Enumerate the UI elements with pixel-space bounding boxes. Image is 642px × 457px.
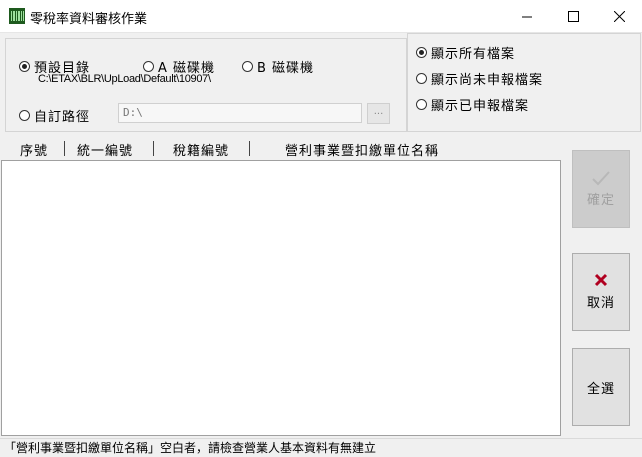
maximize-button[interactable] xyxy=(550,0,596,32)
radio-dot[interactable] xyxy=(242,61,253,72)
file-list[interactable] xyxy=(1,160,561,436)
radio-drive-b-label: B 磁碟機 xyxy=(257,61,315,76)
column-header-seq[interactable]: 序號 xyxy=(20,140,48,159)
window-title: 零稅率資料審核作業 xyxy=(30,12,148,27)
radio-dot-checked[interactable] xyxy=(416,47,427,58)
list-header: 序號 統一編號 稅籍編號 營利事業暨扣繳單位名稱 xyxy=(1,136,561,161)
default-path-text: C:\ETAX\BLR\UpLoad\Default\10907\ xyxy=(38,73,211,85)
custom-path-input[interactable]: D:\ xyxy=(118,103,362,123)
radio-show-reported[interactable]: 顯示已申報檔案 xyxy=(416,95,529,114)
status-bar: 「營利事業暨扣繳單位名稱」空白者，請檢查營業人基本資料有無建立 xyxy=(0,438,642,457)
radio-custom-path-label: 自訂路徑 xyxy=(34,110,91,125)
radio-show-all[interactable]: 顯示所有檔案 xyxy=(416,43,515,62)
radio-show-all-label: 顯示所有檔案 xyxy=(431,47,516,62)
column-header-tax-reg-no[interactable]: 稅籍編號 xyxy=(173,140,229,159)
radio-show-reported-label: 顯示已申報檔案 xyxy=(431,99,530,114)
confirm-button-label: 確定 xyxy=(586,193,615,208)
browse-button[interactable]: ... xyxy=(367,103,390,124)
radio-dot-checked[interactable] xyxy=(19,61,30,72)
radio-custom-path[interactable]: 自訂路徑 xyxy=(19,106,90,125)
checkmark-icon xyxy=(592,171,610,186)
column-header-business-name[interactable]: 營利事業暨扣繳單位名稱 xyxy=(285,140,439,159)
radio-dot[interactable] xyxy=(19,110,30,121)
select-all-button[interactable]: 全選 xyxy=(572,348,630,426)
radio-show-unreported[interactable]: 顯示尚未申報檔案 xyxy=(416,69,543,88)
maximize-icon xyxy=(567,10,579,22)
cancel-button[interactable]: 取消 xyxy=(572,253,630,331)
column-separator[interactable] xyxy=(64,141,65,156)
column-separator[interactable] xyxy=(249,141,250,156)
close-button[interactable] xyxy=(596,0,642,32)
minimize-icon xyxy=(521,16,532,17)
radio-dot[interactable] xyxy=(416,73,427,84)
column-separator[interactable] xyxy=(153,141,154,156)
radio-dot[interactable] xyxy=(416,99,427,110)
close-icon xyxy=(613,10,625,22)
radio-show-unreported-label: 顯示尚未申報檔案 xyxy=(431,73,544,88)
confirm-button[interactable]: 確定 xyxy=(572,150,630,228)
title-bar: 零稅率資料審核作業 xyxy=(0,0,642,33)
cancel-button-label: 取消 xyxy=(586,296,615,311)
cancel-x-icon xyxy=(594,273,608,287)
radio-dot[interactable] xyxy=(143,61,154,72)
barcode-app-icon xyxy=(9,8,25,24)
column-header-tax-id[interactable]: 統一編號 xyxy=(77,140,133,159)
select-all-button-label: 全選 xyxy=(586,381,615,397)
radio-drive-b[interactable]: B 磁碟機 xyxy=(242,57,314,76)
minimize-button[interactable] xyxy=(504,0,550,32)
